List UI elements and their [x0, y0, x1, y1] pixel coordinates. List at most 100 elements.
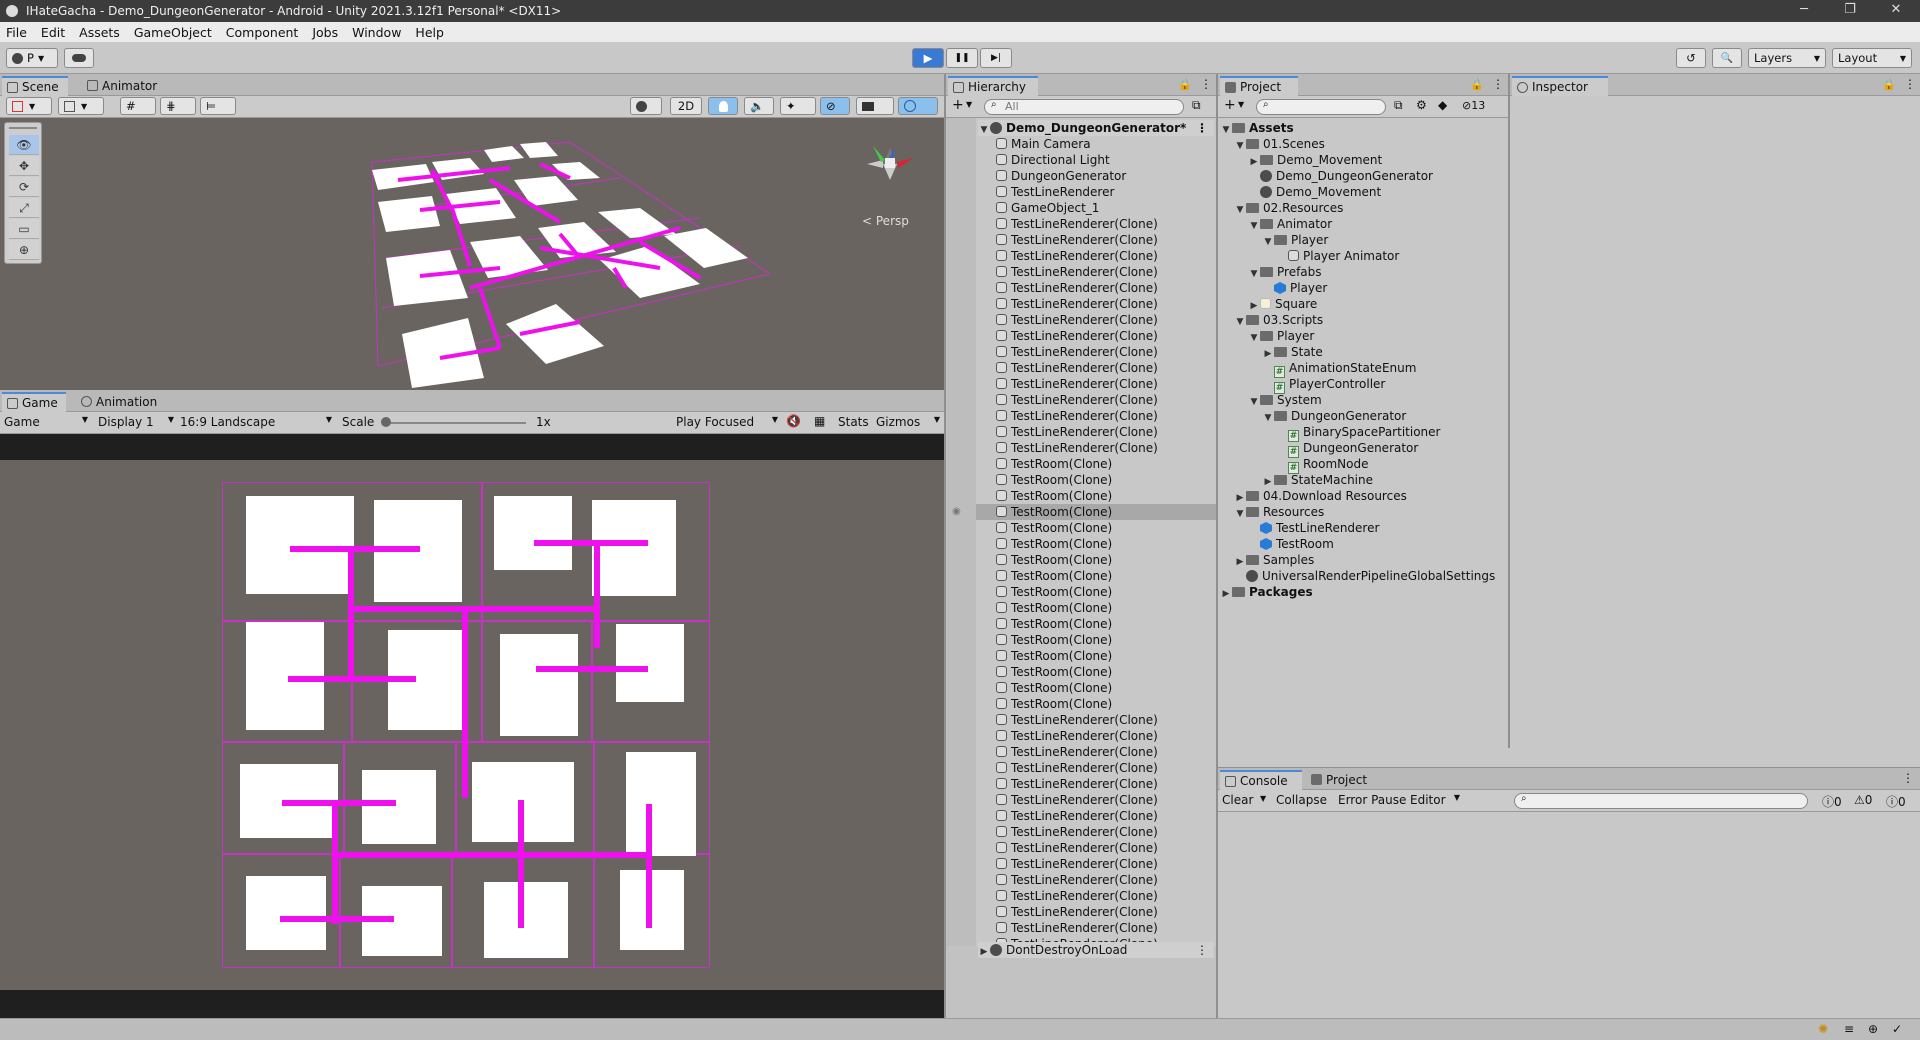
hierarchy-item[interactable]: TestLineRenderer(Clone) [976, 248, 1216, 264]
rect-tool[interactable]: ▭ [9, 219, 39, 239]
menu-edit[interactable]: Edit [41, 25, 65, 40]
project-tree-item[interactable]: Player Animator [1218, 248, 1399, 264]
hierarchy-item[interactable]: Directional Light [976, 152, 1216, 168]
project-tree-item[interactable]: ▼ 01.Scenes [1218, 136, 1325, 152]
hidden-objects-toggle[interactable]: ⊘ [820, 97, 850, 115]
close-button[interactable]: ✕ [1876, 0, 1916, 22]
more-options-icon[interactable]: ⋮ [1492, 77, 1504, 91]
hierarchy-item[interactable]: TestLineRenderer(Clone) [976, 392, 1216, 408]
hierarchy-item[interactable]: TestLineRenderer(Clone) [976, 808, 1216, 824]
hierarchy-item[interactable]: TestLineRenderer(Clone) [976, 424, 1216, 440]
hierarchy-item[interactable]: TestLineRenderer(Clone) [976, 792, 1216, 808]
error-pause-toggle[interactable]: Error Pause [1338, 793, 1406, 807]
increment-snap-button[interactable]: ⋕ [160, 97, 196, 115]
hierarchy-item[interactable]: TestRoom(Clone) [976, 536, 1216, 552]
project-tree-item[interactable]: # RoomNode [1218, 456, 1369, 474]
more-options-icon[interactable]: ⋮ [1196, 942, 1208, 958]
grid-snap-button[interactable]: # [120, 97, 156, 115]
project-tree-item[interactable]: # AnimationStateEnum [1218, 360, 1416, 378]
gizmos-dropdown[interactable]: Gizmos ▼ [876, 415, 940, 429]
chevron-down-icon[interactable]: ▼ [1238, 100, 1244, 109]
hierarchy-item[interactable]: ◉ TestRoom(Clone) [952, 504, 1216, 520]
hierarchy-item[interactable]: TestLineRenderer(Clone) [976, 840, 1216, 856]
project-tree-item[interactable]: ▶ Square [1218, 296, 1318, 312]
hierarchy-item[interactable]: TestLineRenderer(Clone) [976, 728, 1216, 744]
view-tool[interactable]: 👁 [9, 135, 39, 155]
scale-slider-track[interactable] [386, 422, 526, 424]
project-tree-item[interactable]: ▼ Assets [1218, 120, 1294, 136]
menu-assets[interactable]: Assets [79, 25, 120, 40]
effects-dropdown[interactable]: ✦ [780, 97, 816, 115]
gizmos-dropdown-scene[interactable] [898, 97, 938, 115]
hierarchy-item[interactable]: TestLineRenderer(Clone) [976, 232, 1216, 248]
search-button[interactable]: 🔍 [1712, 48, 1742, 68]
clear-button[interactable]: Clear [1222, 793, 1253, 807]
hierarchy-item[interactable]: TestLineRenderer(Clone) [976, 312, 1216, 328]
scene-viewport[interactable]: 👁 ✥ ⟳ ⤢ ▭ ⊕ < Persp [0, 118, 944, 390]
game-mode-dropdown[interactable]: Game ▼ [4, 415, 88, 429]
project-tree-item[interactable]: ▼ 02.Resources [1218, 200, 1344, 216]
hierarchy-item[interactable]: TestLineRenderer(Clone) [976, 408, 1216, 424]
audio-toggle[interactable]: 🔈 [744, 97, 774, 115]
orientation-gizmo[interactable] [855, 128, 925, 198]
hierarchy-item[interactable]: TestLineRenderer(Clone) [976, 280, 1216, 296]
console-log-area[interactable] [1218, 812, 1920, 1018]
hierarchy-item[interactable]: TestLineRenderer(Clone) [976, 904, 1216, 920]
hierarchy-item[interactable]: TestLineRenderer(Clone) [976, 760, 1216, 776]
warning-filter-toggle[interactable]: ⚠0 [1854, 793, 1872, 807]
shading-mode-button[interactable] [630, 97, 662, 115]
expand-arrow-icon[interactable]: ▶ [1220, 586, 1232, 602]
console-search-input[interactable]: ⌕ [1514, 793, 1808, 809]
grid-icon[interactable]: ▦ [814, 414, 825, 428]
search-filter-icon[interactable]: ⧉ [1192, 98, 1201, 113]
ruler-button[interactable]: ⊨ [200, 97, 236, 115]
tab-inspector[interactable]: Inspector [1512, 76, 1608, 96]
error-filter-toggle[interactable]: ⓘ0 [1886, 793, 1906, 810]
menu-jobs[interactable]: Jobs [312, 25, 338, 40]
debug-mode-icon[interactable]: ✓ [1892, 1022, 1902, 1036]
layers-dropdown[interactable]: Layers ▼ [1748, 48, 1826, 68]
rotate-tool[interactable]: ⟳ [9, 177, 39, 197]
label-icon[interactable]: ◆ [1438, 98, 1447, 112]
tab-hierarchy[interactable]: Hierarchy [948, 76, 1038, 96]
hierarchy-item[interactable]: TestLineRenderer(Clone) [976, 216, 1216, 232]
hierarchy-item[interactable]: TestLineRenderer(Clone) [976, 376, 1216, 392]
hierarchy-search-input[interactable]: ⌕ All [984, 99, 1184, 115]
scale-tool[interactable]: ⤢ [9, 198, 39, 218]
editor-dropdown[interactable]: Editor ▼ [1410, 793, 1460, 807]
tab-project-bottom[interactable]: Project [1306, 770, 1382, 790]
menu-window[interactable]: Window [352, 25, 401, 40]
project-tree-item[interactable]: Demo_DungeonGenerator [1218, 168, 1433, 184]
history-button[interactable]: ↺ [1676, 48, 1706, 68]
hierarchy-item[interactable]: TestRoom(Clone) [976, 568, 1216, 584]
project-tree-item[interactable]: ▼ System [1218, 392, 1322, 408]
2d-toggle[interactable]: 2D [670, 97, 702, 115]
project-tree-item[interactable]: ▶ State [1218, 344, 1323, 360]
project-tree-item[interactable]: # DungeonGenerator [1218, 440, 1418, 458]
lighting-progress-icon[interactable]: ✺ [1818, 1022, 1828, 1036]
project-tree-item[interactable]: TestLineRenderer [1218, 520, 1379, 536]
hierarchy-item[interactable]: TestRoom(Clone) [976, 632, 1216, 648]
project-tree-item[interactable]: ▼ Animator [1218, 216, 1333, 232]
palette-handle[interactable] [9, 127, 37, 129]
hierarchy-item[interactable]: DungeonGenerator [976, 168, 1216, 184]
panel-divider[interactable] [944, 74, 946, 1018]
more-options-icon[interactable]: ⋮ [1904, 77, 1916, 91]
more-options-icon[interactable]: ⋮ [1196, 120, 1208, 136]
panel-divider[interactable] [1218, 748, 1920, 768]
hierarchy-item[interactable]: TestRoom(Clone) [976, 680, 1216, 696]
project-tree-item[interactable]: ▶ 04.Download Resources [1218, 488, 1407, 504]
panel-divider[interactable] [1216, 74, 1218, 1018]
hierarchy-item[interactable]: TestRoom(Clone) [976, 600, 1216, 616]
project-tree-item[interactable]: ▶ Samples [1218, 552, 1315, 568]
hierarchy-item[interactable]: TestRoom(Clone) [976, 696, 1216, 712]
hierarchy-item[interactable]: TestLineRenderer(Clone) [976, 296, 1216, 312]
more-options-icon[interactable]: ⋮ [1902, 771, 1914, 785]
display-dropdown[interactable]: Display 1 ▼ [98, 415, 174, 429]
hierarchy-item[interactable]: TestLineRenderer [976, 184, 1216, 200]
project-tree-item[interactable]: ▶ StateMachine [1218, 472, 1373, 488]
clear-options-dropdown[interactable]: ▼ [1260, 794, 1266, 803]
lock-icon[interactable]: 🔒 [1882, 78, 1896, 91]
hierarchy-item[interactable]: TestLineRenderer(Clone) [976, 344, 1216, 360]
cloud-button[interactable] [64, 48, 94, 68]
